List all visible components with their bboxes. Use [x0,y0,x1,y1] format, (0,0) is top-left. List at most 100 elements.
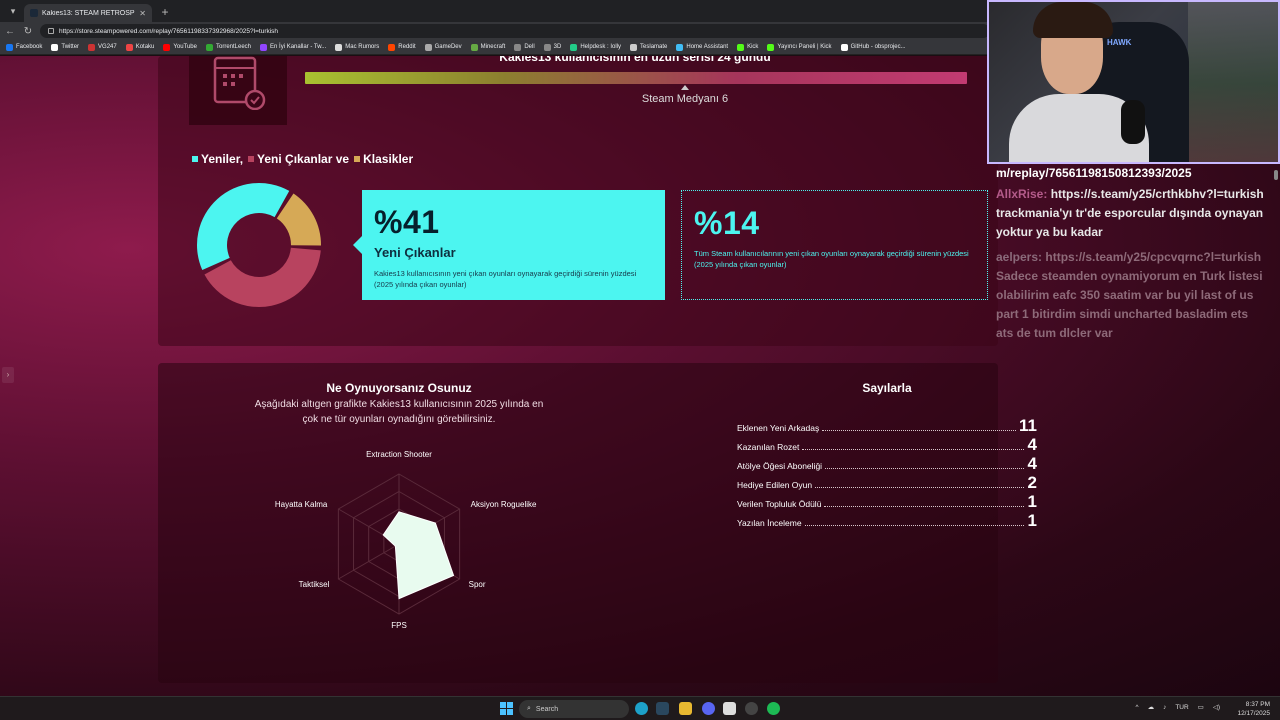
page-scrollbar[interactable] [1274,170,1278,180]
bookmark-label: GameDev [434,44,462,50]
search-icon: ⌕ [527,705,531,712]
chat-url-line: m/replay/76561198150812393/2025 [996,166,1192,180]
bookmark-item[interactable]: YouTube [163,43,197,51]
network-icon[interactable]: ▭ [1198,703,1204,711]
legend-classic: Klasikler [363,152,414,166]
bookmark-item[interactable]: GitHub - obsprojec... [840,43,906,51]
bookmark-item[interactable]: Reddit [388,43,416,51]
playtime-donut-chart [197,183,321,307]
bookmark-item[interactable]: Minecraft [470,43,506,51]
bookmark-label: Facebook [16,44,43,50]
bookmark-label: Yayıncı Paneli | Kick [777,44,832,50]
clock-date: 12/17/2025 [1237,710,1270,717]
new-tab-button[interactable]: + [156,4,174,22]
bookmark-favicon-icon [163,43,171,51]
stat-label: Yazılan İnceleme [737,518,802,528]
bookmark-label: YouTube [173,44,197,50]
stat-label: Hediye Edilen Oyun [737,480,813,490]
language-indicator[interactable]: TUR [1175,704,1188,711]
bookmark-item[interactable]: Yayıncı Paneli | Kick [767,43,832,51]
url-text: https://store.steampowered.com/replay/76… [59,27,279,35]
discord-icon[interactable] [702,702,715,715]
bookmark-item[interactable]: 3D [543,43,561,51]
radar-axis-label: Extraction Shooter [366,449,432,459]
steam-favicon-icon [30,9,38,17]
bookmark-favicon-icon [260,43,268,51]
cloud-icon[interactable]: ☁ [1148,703,1155,711]
tab-title: Kakies13: STEAM RETROSPEKTİF 2 [42,9,135,17]
bookmark-item[interactable]: Teslamate [630,43,667,51]
spotify-icon[interactable] [767,702,780,715]
bookmark-favicon-icon [335,43,343,51]
bookmark-label: TorrentLeech [215,44,252,50]
bookmark-favicon-icon [514,43,522,51]
stats-list: Eklenen Yeni Arkadaş 11 Kazanılan Rozet 4 At… [737,416,1037,530]
all-users-desc: Tüm Steam kullanıcılarının yeni çıkan oy… [694,249,969,270]
taskbar-search[interactable]: ⌕ Search [519,700,629,718]
app-icon[interactable] [723,702,736,715]
tab-search-icon[interactable]: ▾ [6,4,20,18]
system-tray: ^ ☁ ♪ TUR ▭ ◁) [1136,703,1221,712]
bookmark-favicon-icon [676,43,684,51]
clock-time: 8:37 PM [1245,701,1270,708]
chevron-right-icon[interactable]: › [2,367,14,383]
bookmark-item[interactable]: Dell [514,43,535,51]
bookmark-favicon-icon [388,43,396,51]
bookmark-item[interactable]: VG247 [88,43,117,51]
bookmark-label: Home Assistant [686,44,729,50]
clock[interactable]: 8:37 PM 12/17/2025 [1237,700,1270,718]
user-card-title: Yeni Çıkanlar [374,245,456,260]
bookmark-favicon-icon [424,43,432,51]
stat-row: Hediye Edilen Oyun 2 [737,473,1037,492]
bookmark-label: VG247 [98,44,117,50]
obs-icon[interactable] [745,702,758,715]
tab-close-icon[interactable]: ✕ [139,9,146,18]
bookmark-item[interactable]: TorrentLeech [205,43,252,51]
reload-icon[interactable]: ↻ [22,26,34,37]
stat-value: 2 [1027,473,1037,492]
chat-user-2: aelpers: [996,250,1043,264]
taskbar-search-label: Search [535,705,559,713]
bookmark-label: GitHub - obsprojec... [850,44,906,50]
stat-value: 1 [1027,492,1037,511]
bookmark-item[interactable]: Facebook [6,43,43,51]
chat-message-1: AllxRise: https://s.team/y25/crthkbhv?l=… [996,185,1266,242]
windows-taskbar: ⌕ Search ^ ☁ ♪ TUR ▭ ◁) 8:37 PM 12/17/20… [0,696,1280,720]
category-legend: Yeniler, Yeni Çıkanlar ve Klasikler [192,152,413,166]
file-explorer-icon[interactable] [679,702,692,715]
chevron-up-icon[interactable]: ^ [1136,704,1139,711]
radar-axis-label: Aksiyon Roguelike [470,500,537,510]
bookmark-item[interactable]: Helpdesk : Iolly [570,43,621,51]
bookmark-favicon-icon [51,43,59,51]
browser-tab-active[interactable]: Kakies13: STEAM RETROSPEKTİF 2 ✕ [24,4,152,22]
legend-swatch-recent [248,156,255,162]
stat-row: Eklenen Yeni Arkadaş 11 [737,416,1037,435]
bookmark-item[interactable]: Home Assistant [676,43,729,51]
bookmark-item[interactable]: Kotaku [125,43,154,51]
bookmark-item[interactable]: Mac Rumors [335,43,379,51]
mic-tray-icon[interactable]: ♪ [1163,704,1166,711]
bookmark-item[interactable]: Kick [737,43,758,51]
background-lights [1188,2,1278,162]
edge-icon[interactable] [635,702,648,715]
radar-axis-label: Taktiksel [298,579,330,589]
chat-user-1: AllxRise: [996,187,1048,201]
windows-start-icon[interactable] [500,702,513,715]
stat-dots [825,468,1024,469]
url-field[interactable]: https://store.steampowered.com/replay/76… [40,24,990,38]
bookmark-item[interactable]: En İyi Kanallar - Tw... [260,43,326,51]
lock-icon [48,28,54,34]
bookmark-label: Twitter [61,44,80,50]
stat-row: Verilen Topluluk Ödülü 1 [737,492,1037,511]
bookmark-favicon-icon [88,43,96,51]
stat-label: Kazanılan Rozet [737,442,800,452]
steam-icon[interactable] [656,702,669,715]
median-marker [681,85,689,90]
bookmark-favicon-icon [470,43,478,51]
bookmark-favicon-icon [570,43,578,51]
bookmark-item[interactable]: Twitter [51,43,80,51]
back-icon[interactable]: ← [4,26,16,37]
bookmark-label: Minecraft [480,44,506,50]
volume-icon[interactable]: ◁) [1213,703,1220,711]
bookmark-item[interactable]: GameDev [424,43,462,51]
